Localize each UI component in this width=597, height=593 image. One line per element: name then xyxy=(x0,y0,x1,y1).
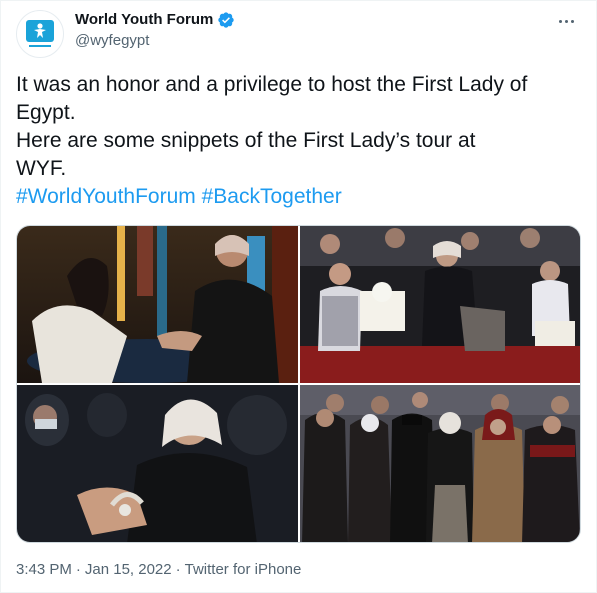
tweet-text: It was an honor and a privilege to host … xyxy=(16,71,586,211)
meta-separator: · xyxy=(75,561,81,578)
photo-1-image xyxy=(17,226,298,383)
photo-4-image xyxy=(300,385,580,542)
more-horizontal-icon xyxy=(558,19,562,23)
author-handle[interactable]: @wyfegypt xyxy=(75,31,149,51)
media-grid xyxy=(16,225,581,543)
author-name-row: World Youth Forum xyxy=(75,10,235,30)
tweet-line: It was an honor and a privilege to host … xyxy=(16,73,528,96)
hashtag-link[interactable]: #BackTogether xyxy=(202,185,342,208)
wyf-logo-icon xyxy=(26,20,54,47)
more-options-button[interactable] xyxy=(552,9,580,33)
photo-4[interactable] xyxy=(300,385,580,542)
hashtag-link[interactable]: #WorldYouthForum xyxy=(16,185,196,208)
photo-1[interactable] xyxy=(17,226,298,383)
author-display-name[interactable]: World Youth Forum xyxy=(75,10,213,30)
tweet-time[interactable]: 3:43 PM xyxy=(16,560,72,580)
photo-2-image xyxy=(300,226,580,383)
photo-3-image xyxy=(17,385,298,542)
tweet-line: WYF. xyxy=(16,157,67,180)
photo-3[interactable] xyxy=(17,385,298,542)
tweet-meta: 3:43 PM · Jan 15, 2022 · Twitter for iPh… xyxy=(16,560,301,580)
tweet-card: World Youth Forum @wyfegypt It was an ho… xyxy=(0,0,597,593)
tweet-line: Here are some snippets of the First Lady… xyxy=(16,129,476,152)
meta-separator: · xyxy=(175,561,181,578)
hashtag-line: #WorldYouthForum #BackTogether xyxy=(16,183,586,211)
photo-2[interactable] xyxy=(300,226,580,383)
tweet-line: Egypt. xyxy=(16,101,76,124)
avatar[interactable] xyxy=(16,10,64,58)
tweet-source[interactable]: Twitter for iPhone xyxy=(185,560,302,580)
verified-badge-icon xyxy=(218,12,235,28)
tweet-date[interactable]: Jan 15, 2022 xyxy=(85,560,172,580)
